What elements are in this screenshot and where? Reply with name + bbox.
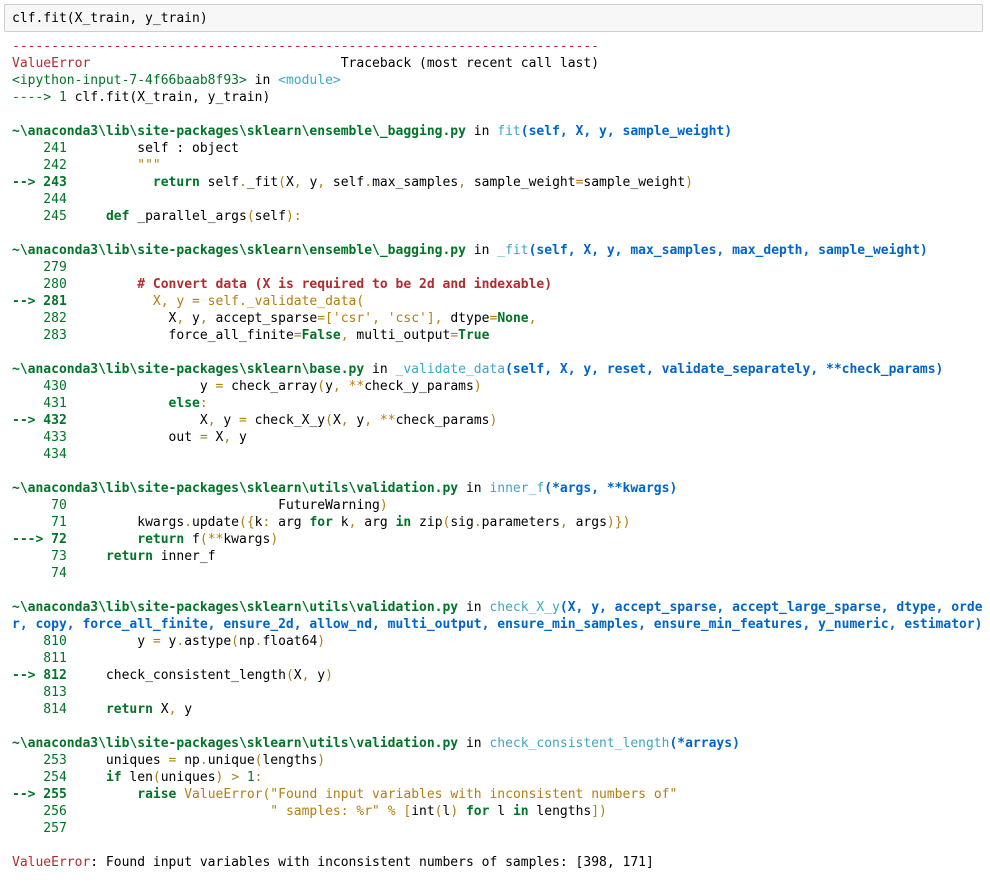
code-line-current: --> 812 check_consistent_length(X, y) — [12, 668, 333, 683]
code-line: 814 return X, y — [12, 702, 193, 717]
code-line-current: ---> 72 return f(**kwargs) — [12, 532, 279, 547]
code-line: 280 # Convert data (X is required to be … — [12, 277, 553, 292]
code-line: 810 y = y.astype(np.float64) — [12, 634, 326, 649]
code-line: 245 def _parallel_args(self): — [12, 209, 302, 224]
final-error: ValueError: Found input variables with i… — [12, 855, 654, 870]
code-line: 283 force_all_finite=False, multi_output… — [12, 328, 490, 343]
frame-header: ~\anaconda3\lib\site-packages\sklearn\ut… — [12, 481, 678, 496]
traceback-input-ref: <ipython-input-7-4f66baab8f93> in <modul… — [12, 73, 341, 88]
code-line: 433 out = X, y — [12, 430, 247, 445]
traceback-header-right: Traceback (most recent call last) — [340, 56, 600, 71]
code-line: 430 y = check_array(y, **check_y_params) — [12, 379, 482, 394]
code-line: 257 — [12, 821, 67, 836]
code-line: 71 kwargs.update({k: arg for k, arg in z… — [12, 515, 631, 530]
frame-header: ~\anaconda3\lib\site-packages\sklearn\en… — [12, 124, 733, 139]
code-line: 813 — [12, 685, 67, 700]
code-line: 73 return inner_f — [12, 549, 216, 564]
code-line: 74 — [12, 566, 67, 581]
code-line: 254 if len(uniques) > 1: — [12, 770, 263, 785]
code-line: 431 else: — [12, 396, 208, 411]
code-input-cell[interactable]: clf.fit(X_train, y_train) — [4, 4, 983, 32]
code-line-current: --> 243 return self._fit(X, y, self.max_… — [12, 175, 693, 190]
code-line: 282 X, y, accept_sparse=['csr', 'csc'], … — [12, 311, 537, 326]
code-line: 244 — [12, 192, 67, 207]
frame-header: ~\anaconda3\lib\site-packages\sklearn\ba… — [12, 362, 944, 377]
traceback-header: ValueError Traceback (most recent call l… — [12, 55, 984, 72]
code-line: 434 — [12, 447, 67, 462]
code-line: 279 — [12, 260, 67, 275]
code-line: 253 uniques = np.unique(lengths) — [12, 753, 326, 768]
traceback-first-line: ----> 1 clf.fit(X_train, y_train) — [12, 90, 271, 105]
frame-header: ~\anaconda3\lib\site-packages\sklearn\ut… — [12, 600, 983, 632]
code-line: 256 " samples: %r" % [int(l) for l in le… — [12, 804, 607, 819]
code-line: 241 self : object — [12, 141, 239, 156]
frame-header: ~\anaconda3\lib\site-packages\sklearn\en… — [12, 243, 928, 258]
code-line-current: --> 281 X, y = self._validate_data( — [12, 294, 365, 309]
code-line: 70 FutureWarning) — [12, 498, 388, 513]
code-line: 242 """ — [12, 158, 161, 173]
input-code: clf.fit(X_train, y_train) — [12, 11, 208, 26]
code-line-current: --> 255 raise ValueError("Found input va… — [12, 787, 678, 802]
code-line: 811 — [12, 651, 67, 666]
code-line-current: --> 432 X, y = check_X_y(X, y, **check_p… — [12, 413, 498, 428]
error-type: ValueError — [12, 56, 91, 71]
traceback-rule: ----------------------------------------… — [12, 39, 599, 54]
frame-header: ~\anaconda3\lib\site-packages\sklearn\ut… — [12, 736, 740, 751]
traceback-output: ----------------------------------------… — [12, 38, 984, 871]
